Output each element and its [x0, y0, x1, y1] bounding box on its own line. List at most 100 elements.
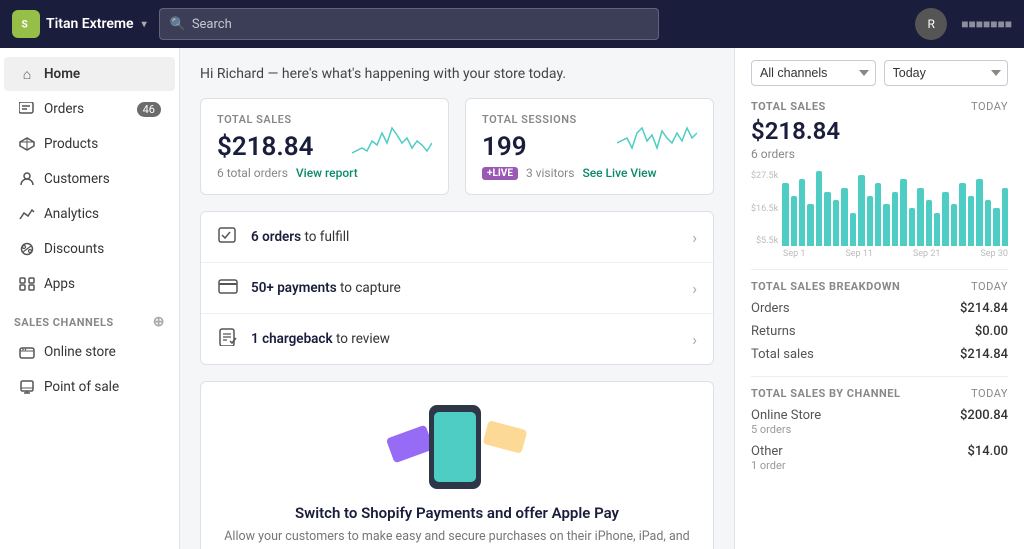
- channel-online-store-value: $200.84: [960, 408, 1008, 423]
- live-view-link[interactable]: See Live View: [582, 166, 656, 180]
- chargeback-icon: [217, 328, 239, 350]
- total-sessions-value: 199: [482, 132, 577, 162]
- sidebar-item-customers[interactable]: Customers: [4, 162, 175, 196]
- customers-icon: [18, 170, 36, 188]
- chargeback-review-text: 1 chargeback to review: [251, 331, 390, 347]
- sidebar-label-discounts: Discounts: [44, 241, 104, 257]
- chart-bar: [799, 179, 805, 246]
- payments-capture-action[interactable]: 50+ payments to capture ›: [201, 263, 713, 314]
- fulfill-chevron-icon: ›: [692, 228, 697, 247]
- chargeback-review-action[interactable]: 1 chargeback to review ›: [201, 314, 713, 364]
- breakdown-orders-row: Orders $214.84: [751, 297, 1008, 320]
- channel-other-row: Other $14.00 1 order: [751, 440, 1008, 476]
- date-filter[interactable]: Today: [884, 60, 1009, 86]
- sidebar-label-analytics: Analytics: [44, 206, 99, 222]
- avatar[interactable]: R: [915, 8, 947, 40]
- panel-total-sales-title: TOTAL SALES Today: [751, 100, 1008, 113]
- chart-bar: [985, 200, 991, 246]
- view-report-link[interactable]: View report: [296, 166, 358, 180]
- chart-y-low: $5.5k: [751, 236, 778, 246]
- chart-bar: [942, 192, 948, 246]
- sidebar-item-point-of-sale[interactable]: Point of sale: [4, 370, 175, 404]
- chart-bar: [824, 192, 830, 246]
- channel-other-sub: 1 order: [751, 459, 786, 472]
- orders-icon: [18, 100, 36, 118]
- total-sales-value: $218.84: [217, 132, 314, 162]
- capture-chevron-icon: ›: [692, 279, 697, 298]
- total-sales-sparkline: [352, 113, 432, 158]
- brand[interactable]: S Titan Extreme ▾: [12, 10, 147, 38]
- phone-screen: [434, 412, 476, 482]
- sidebar-item-apps[interactable]: Apps: [4, 267, 175, 301]
- card-right: [483, 420, 528, 454]
- breakdown-total-value: $214.84: [960, 347, 1008, 362]
- avatar-initials: R: [928, 17, 935, 31]
- total-sessions-footer: +LIVE 3 visitors See Live View: [482, 166, 697, 180]
- promo-image: [221, 402, 693, 492]
- chart-bar: [875, 183, 881, 246]
- sidebar-item-products[interactable]: Products: [4, 127, 175, 161]
- channel-online-store-label: Online Store: [751, 408, 821, 423]
- home-icon: ⌂: [18, 65, 36, 83]
- chart-bar: [993, 208, 999, 246]
- sales-chart: $27.5k $16.5k $5.5k Sep 1 Sep 11 Sep 21 …: [751, 171, 1008, 259]
- live-badge: +LIVE: [482, 167, 518, 180]
- sidebar-item-online-store[interactable]: Online store: [4, 335, 175, 369]
- greeting-text: Hi Richard — here's what's happening wit…: [200, 66, 714, 82]
- topnav: S Titan Extreme ▾ 🔍 Search R ■■■■■■■: [0, 0, 1024, 48]
- breakdown-returns-label: Returns: [751, 324, 796, 339]
- chart-bar: [782, 183, 788, 246]
- search-placeholder: Search: [192, 17, 232, 32]
- sidebar-item-orders[interactable]: Orders 46: [4, 92, 175, 126]
- chart-bar: [883, 204, 889, 246]
- promo-card: Switch to Shopify Payments and offer App…: [200, 381, 714, 549]
- sidebar-label-orders: Orders: [44, 101, 84, 117]
- chart-bar: [867, 196, 873, 246]
- svg-text:S: S: [22, 19, 28, 30]
- divider-2: [751, 376, 1008, 377]
- chart-x-label-3: Sep 21: [913, 249, 941, 259]
- total-sessions-label: TOTAL SESSIONS: [482, 113, 577, 126]
- fulfill-icon: [217, 226, 239, 248]
- sidebar-label-home: Home: [44, 66, 80, 82]
- brand-chevron-icon: ▾: [142, 19, 147, 30]
- sidebar-label-online-store: Online store: [44, 344, 116, 360]
- chart-bar: [900, 179, 906, 246]
- channel-other-label: Other: [751, 444, 783, 459]
- promo-title: Switch to Shopify Payments and offer App…: [221, 504, 693, 522]
- chart-bar: [951, 204, 957, 246]
- sidebar-label-apps: Apps: [44, 276, 75, 292]
- chart-y-high: $27.5k: [751, 171, 778, 181]
- orders-badge: 46: [137, 102, 161, 117]
- chart-x-label-2: Sep 11: [845, 249, 873, 259]
- discounts-icon: [18, 240, 36, 258]
- search-bar[interactable]: 🔍 Search: [159, 8, 659, 40]
- panel-total-sales-value: $218.84: [751, 117, 1008, 145]
- breakdown-orders-value: $214.84: [960, 301, 1008, 316]
- sidebar-item-discounts[interactable]: Discounts: [4, 232, 175, 266]
- sidebar-label-customers: Customers: [44, 171, 110, 187]
- sidebar-item-home[interactable]: ⌂ Home: [4, 57, 175, 91]
- chart-bar: [833, 200, 839, 246]
- user-name-nav: ■■■■■■■: [961, 17, 1012, 31]
- main-content: Hi Richard — here's what's happening wit…: [180, 48, 734, 549]
- breakdown-returns-row: Returns $0.00: [751, 320, 1008, 343]
- add-channel-icon[interactable]: ⊕: [153, 314, 165, 330]
- breakdown-returns-value: $0.00: [975, 324, 1008, 339]
- chart-bar: [816, 171, 822, 246]
- total-sales-label: TOTAL SALES: [217, 113, 314, 126]
- chart-bar: [917, 188, 923, 246]
- chart-bar: [1002, 188, 1008, 246]
- chart-x-label-4: Sep 30: [980, 249, 1008, 259]
- breakdown-total-label: Total sales: [751, 347, 814, 362]
- point-of-sale-icon: [18, 378, 36, 396]
- right-panel: All channels Today TOTAL SALES Today $21…: [734, 48, 1024, 549]
- visitors-text: 3 visitors: [526, 166, 574, 180]
- channel-filter[interactable]: All channels: [751, 60, 876, 86]
- action-cards: 6 orders to fulfill › 50+ payments to ca…: [200, 211, 714, 365]
- search-icon: 🔍: [170, 17, 186, 32]
- total-sessions-card: TOTAL SESSIONS 199 +LIVE 3 visitors See …: [465, 98, 714, 195]
- sidebar-item-analytics[interactable]: Analytics: [4, 197, 175, 231]
- orders-fulfill-action[interactable]: 6 orders to fulfill ›: [201, 212, 713, 263]
- online-store-icon: [18, 343, 36, 361]
